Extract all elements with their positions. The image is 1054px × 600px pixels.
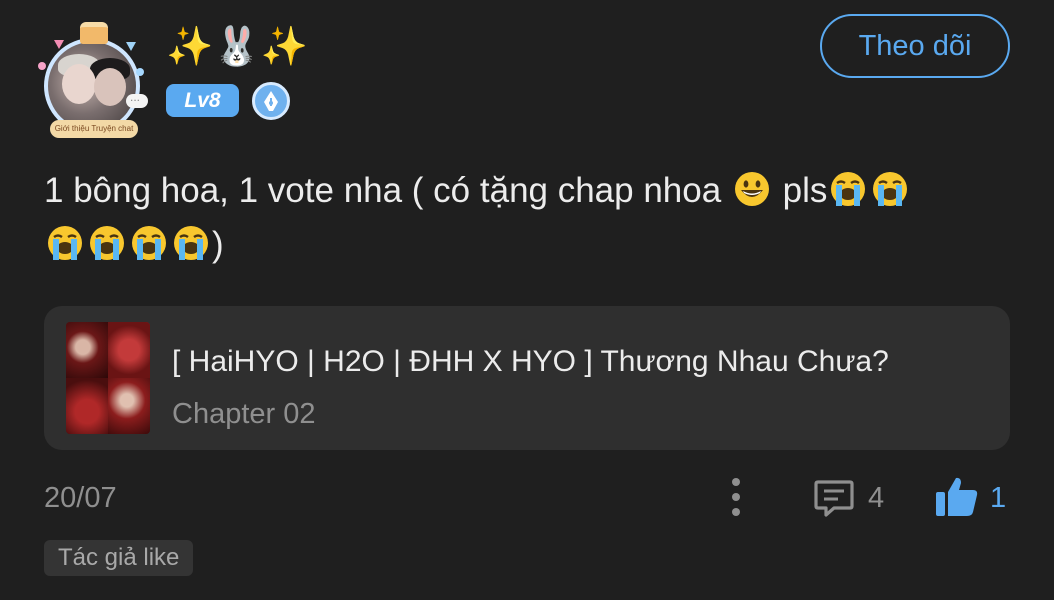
more-vertical-icon (732, 478, 740, 486)
comment-text-part: pls (772, 171, 828, 210)
avatar-frame-banner: Giới thiệu Truyện chat (50, 120, 138, 138)
story-cover-thumbnail (66, 322, 150, 434)
author-liked-tag: Tác giả like (44, 540, 194, 576)
thumbs-up-icon (936, 477, 978, 516)
loudly-crying-face-icon (174, 226, 208, 260)
like-button[interactable]: 1 (934, 472, 1014, 522)
loudly-crying-face-icon (873, 172, 908, 206)
reply-count: 4 (868, 482, 885, 514)
username[interactable]: ✨🐰✨ (166, 24, 308, 70)
more-vertical-icon (732, 508, 740, 516)
pen-nib-icon (264, 91, 278, 111)
chat-bubble-icon (126, 90, 148, 108)
comment-item: Giới thiệu Truyện chat ✨🐰✨ Lv8 Theo dõi … (0, 0, 1054, 600)
reply-button[interactable]: 4 (812, 474, 892, 520)
comment-date: 20/07 (44, 482, 117, 514)
decor-dot (136, 68, 144, 76)
level-badge: Lv8 (166, 84, 239, 117)
story-title: [ HaiHYO | H2O | ĐHH X HYO ] Thương Nhau… (172, 345, 889, 378)
loudly-crying-face-icon (90, 226, 124, 260)
comment-text-part: ) (212, 225, 224, 264)
more-options-button[interactable] (722, 474, 750, 520)
loudly-crying-face-icon (831, 172, 866, 206)
grinning-face-icon (734, 172, 769, 206)
comment-text-part: 1 bông hoa, 1 vote nha ( có tặng chap nh… (44, 171, 731, 210)
decor-dot (38, 62, 46, 70)
more-vertical-icon (732, 493, 740, 501)
chapter-label: Chapter 02 (172, 398, 316, 430)
cake-icon (80, 22, 108, 44)
loudly-crying-face-icon (48, 226, 82, 260)
loudly-crying-face-icon (132, 226, 166, 260)
chapter-card[interactable]: [ HaiHYO | H2O | ĐHH X HYO ] Thương Nhau… (44, 306, 1010, 450)
follow-button[interactable]: Theo dõi (820, 14, 1010, 78)
comment-icon (814, 480, 854, 517)
avatar[interactable]: Giới thiệu Truyện chat (38, 22, 150, 138)
party-flag-icon (54, 40, 64, 49)
like-count: 1 (990, 482, 1007, 514)
comment-text: 1 bông hoa, 1 vote nha ( có tặng chap nh… (44, 164, 1004, 272)
party-flag-icon (126, 42, 136, 51)
author-pen-badge (252, 82, 290, 120)
